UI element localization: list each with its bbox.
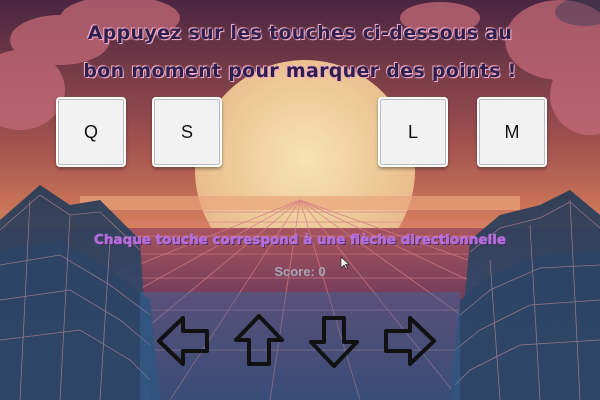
instruction-line-1: Appuyez sur les touches ci-dessous au [87,22,513,44]
arrow-left-icon [157,316,209,366]
key-button-s[interactable]: S [152,97,222,167]
key-button-m[interactable]: M [477,97,547,167]
key-button-q[interactable]: Q [56,97,126,167]
key-mapping-hint: Chaque touche correspond à une flèche di… [93,232,507,248]
mouse-cursor-icon [340,256,350,270]
score-text: Score: 0 [274,264,326,279]
instruction-line-2: bon moment pour marquer des points ! [83,60,517,82]
arrow-down-icon [309,316,359,368]
score-display: Score: 0 [0,264,600,279]
arrow-up-icon [234,314,284,366]
arrow-right-icon [384,316,436,366]
key-button-l[interactable]: L [378,97,448,167]
